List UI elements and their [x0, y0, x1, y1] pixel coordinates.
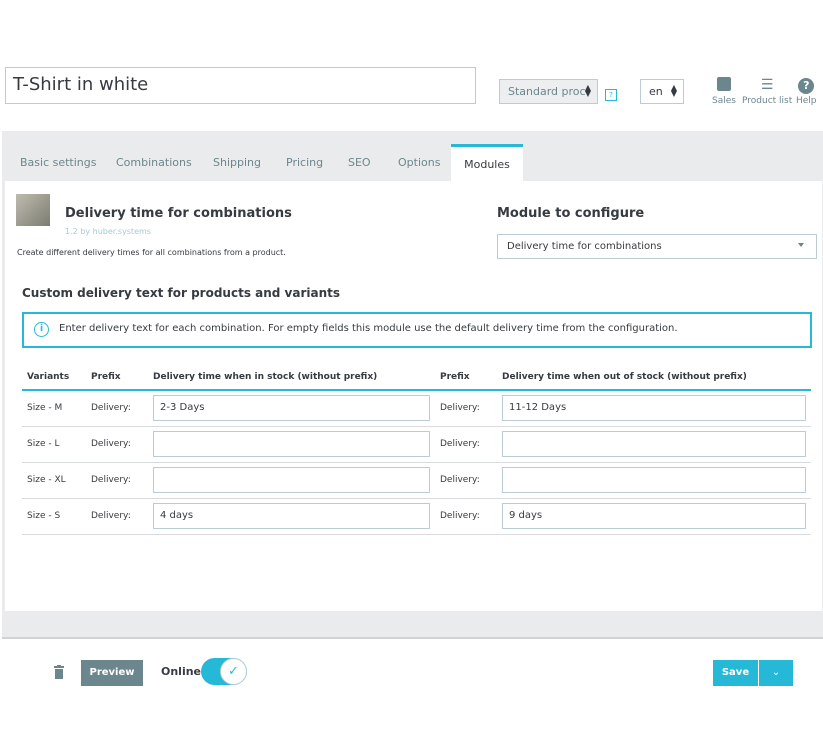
info-alert: i Enter delivery text for each combinatio…	[22, 312, 812, 348]
save-dropdown-button[interactable]: ⌄	[759, 660, 793, 686]
prefix-cell: Delivery:	[86, 426, 148, 463]
sort-caret-icon: ▲ ▼	[670, 83, 677, 98]
out-stock-cell	[497, 462, 811, 499]
table-row: Size - M Delivery: 2-3 Days Delivery: 11…	[22, 390, 811, 427]
module-configure-heading: Module to configure	[497, 206, 645, 221]
chevron-down-icon	[798, 243, 804, 247]
prefix-cell: Delivery:	[86, 390, 148, 427]
in-stock-cell	[148, 426, 435, 463]
tab-shipping[interactable]: Shipping	[213, 144, 261, 181]
out-stock-input[interactable]	[502, 431, 806, 457]
prefix-cell: Delivery:	[435, 390, 497, 427]
prefix-cell: Delivery:	[86, 462, 148, 499]
prefix-cell: Delivery:	[435, 498, 497, 535]
sort-caret-icon: ▲ ▼	[584, 83, 591, 98]
module-logo-image	[16, 194, 50, 226]
info-text: Enter delivery text for each combination…	[59, 323, 678, 334]
delivery-table: Variants Prefix Delivery time when in st…	[22, 364, 811, 535]
product-type-value: Standard proc	[508, 85, 586, 98]
variant-cell: Size - XL	[22, 462, 86, 499]
module-version: 1.2 by huber.systems	[65, 227, 151, 236]
product-type-select[interactable]: Standard proc ▲ ▼	[499, 79, 598, 104]
tab-pricing[interactable]: Pricing	[286, 144, 323, 181]
preview-button[interactable]: Preview	[81, 660, 143, 686]
save-button[interactable]: Save	[713, 660, 758, 686]
out-stock-input[interactable]: 9 days	[502, 503, 806, 529]
variant-cell: Size - L	[22, 426, 86, 463]
trash-icon[interactable]	[54, 665, 64, 679]
list-icon: ☰	[760, 77, 774, 93]
tab-seo[interactable]: SEO	[348, 144, 371, 181]
module-configure-select[interactable]: Delivery time for combinations	[497, 234, 817, 259]
in-stock-input[interactable]	[153, 467, 430, 493]
info-icon: i	[34, 322, 49, 337]
prefix-cell: Delivery:	[86, 498, 148, 535]
out-stock-input[interactable]	[502, 467, 806, 493]
in-stock-input[interactable]: 4 days	[153, 503, 430, 529]
variant-cell: Size - S	[22, 498, 86, 535]
section-title: Custom delivery text for products and va…	[22, 286, 341, 300]
table-row: Size - S Delivery: 4 days Delivery: 9 da…	[22, 498, 811, 535]
bar-chart-icon	[712, 77, 736, 93]
tab-basic-settings[interactable]: Basic settings	[20, 144, 96, 181]
out-stock-input[interactable]: 11-12 Days	[502, 395, 806, 422]
module-configure-value: Delivery time for combinations	[507, 241, 662, 252]
product-type-help-icon[interactable]: ?	[605, 89, 617, 101]
online-toggle[interactable]: ✓	[201, 658, 247, 685]
header-in-stock: Delivery time when in stock (without pre…	[148, 364, 435, 391]
header-prefix: Prefix	[435, 364, 497, 391]
out-stock-cell	[497, 426, 811, 463]
in-stock-cell: 4 days	[148, 498, 435, 535]
check-icon: ✓	[220, 658, 247, 685]
chevron-down-icon: ⌄	[771, 667, 781, 678]
language-select[interactable]: en ▲ ▼	[640, 79, 684, 104]
table-header: Variants Prefix Delivery time when in st…	[22, 364, 811, 391]
product-name-input[interactable]: T-Shirt in white	[5, 67, 476, 104]
in-stock-cell	[148, 462, 435, 499]
prefix-cell: Delivery:	[435, 426, 497, 463]
module-description: Create different delivery times for all …	[17, 248, 286, 257]
in-stock-input[interactable]: 2-3 Days	[153, 395, 430, 422]
help-label: Help	[796, 96, 817, 106]
in-stock-input[interactable]	[153, 431, 430, 457]
header-variants: Variants	[22, 364, 86, 391]
header-prefix: Prefix	[86, 364, 148, 391]
product-list-button[interactable]: ☰ Product list	[742, 77, 792, 106]
language-value: en	[649, 85, 663, 98]
out-stock-cell: 11-12 Days	[497, 390, 811, 427]
tab-combinations[interactable]: Combinations	[116, 144, 192, 181]
prefix-cell: Delivery:	[435, 462, 497, 499]
header-out-stock: Delivery time when out of stock (without…	[497, 364, 811, 391]
tab-options[interactable]: Options	[398, 144, 440, 181]
in-stock-cell: 2-3 Days	[148, 390, 435, 427]
module-name: Delivery time for combinations	[65, 206, 292, 221]
help-button[interactable]: ? Help	[796, 77, 817, 106]
table-row: Size - XL Delivery: Delivery:	[22, 462, 811, 499]
product-list-label: Product list	[742, 96, 793, 106]
help-icon: ?	[796, 77, 817, 94]
tab-modules[interactable]: Modules	[451, 144, 523, 181]
out-stock-cell: 9 days	[497, 498, 811, 535]
table-row: Size - L Delivery: Delivery:	[22, 426, 811, 463]
sales-button[interactable]: Sales	[712, 77, 736, 106]
sales-label: Sales	[712, 96, 736, 106]
variant-cell: Size - M	[22, 390, 86, 427]
online-label: Online	[161, 665, 202, 678]
